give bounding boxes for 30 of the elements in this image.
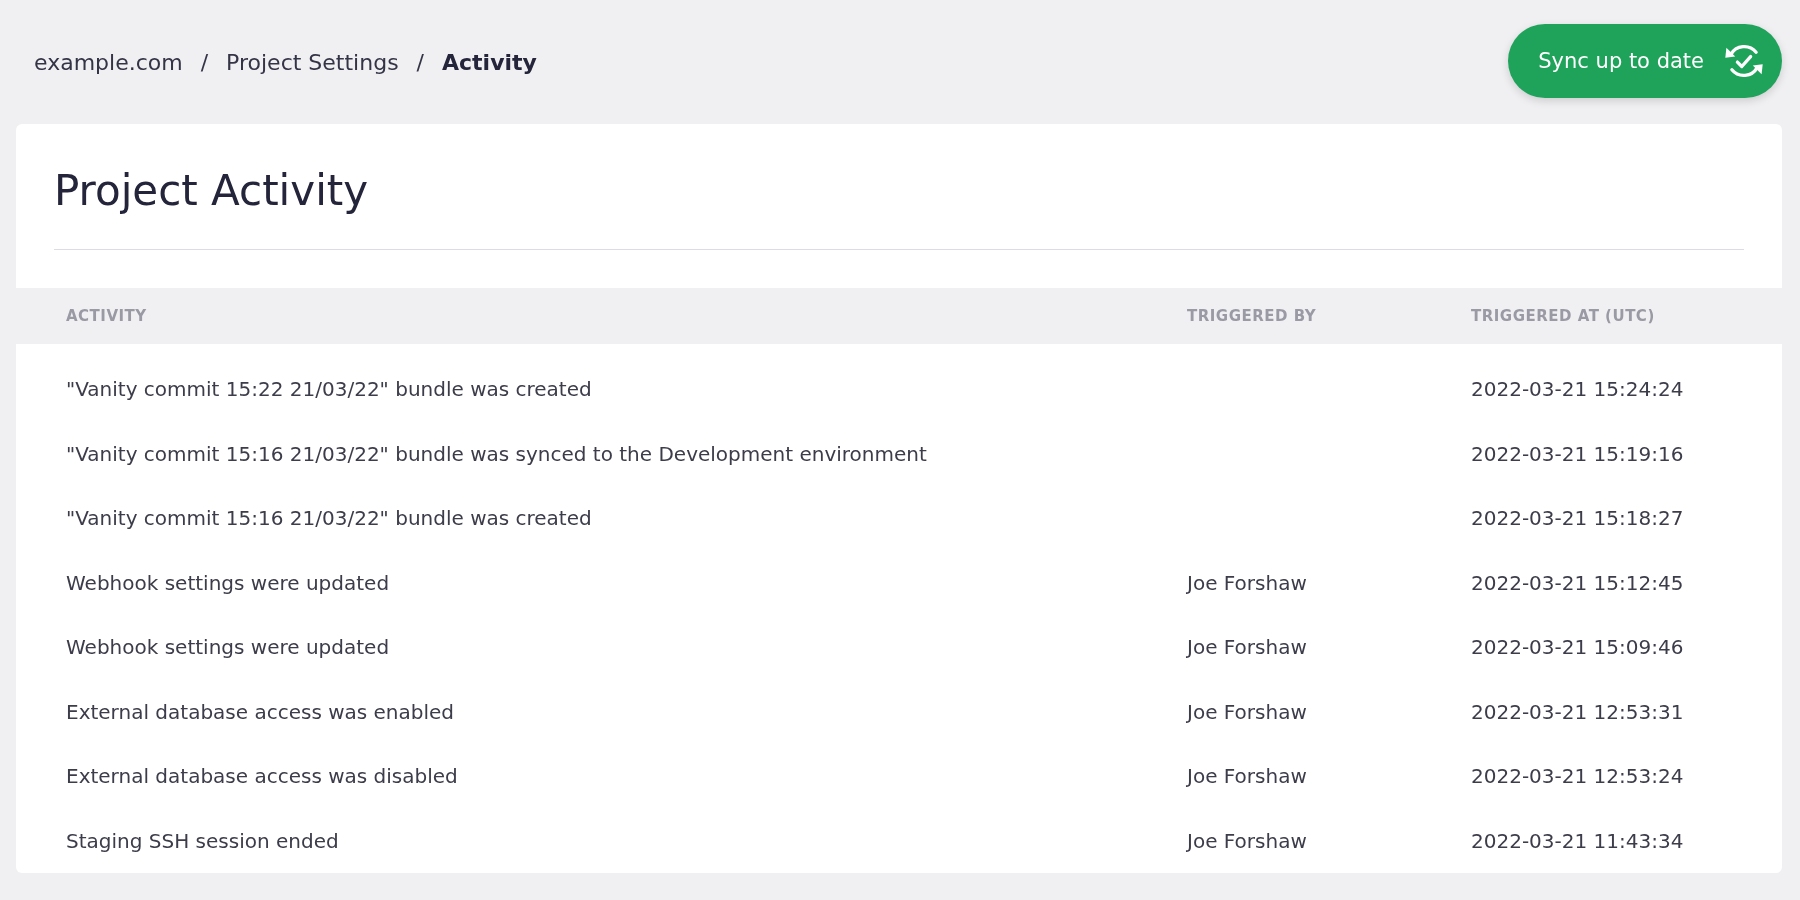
breadcrumb-current: Activity <box>442 49 537 75</box>
table-cell: External database access was disabled <box>66 764 458 789</box>
table-cell: 2022-03-21 15:19:16 <box>1471 441 1684 466</box>
table-cell: Joe Forshaw <box>1187 570 1307 595</box>
table-cell: "Vanity commit 15:22 21/03/22" bundle was created <box>66 377 592 402</box>
table-cell: Staging SSH session ended <box>66 828 339 853</box>
table-cell: Joe Forshaw <box>1187 635 1307 660</box>
table-cell: Joe Forshaw <box>1187 828 1307 853</box>
table-cell: Webhook settings were updated <box>66 635 390 660</box>
column-header: ACTIVITY <box>66 307 147 325</box>
breadcrumb-link[interactable]: Project Settings <box>226 49 399 75</box>
table-cell: 2022-03-21 15:24:24 <box>1471 377 1684 402</box>
table-cell: "Vanity commit 15:16 21/03/22" bundle was synced to the Development environment <box>66 441 927 466</box>
table-cell: 2022-03-21 12:53:31 <box>1471 699 1684 724</box>
column-header: TRIGGERED BY <box>1187 307 1317 325</box>
table-cell: 2022-03-21 15:12:45 <box>1471 570 1684 595</box>
breadcrumb-separator: / <box>416 49 424 75</box>
breadcrumb-link[interactable]: example.com <box>34 49 183 75</box>
table-cell: 2022-03-21 15:18:27 <box>1471 506 1684 531</box>
column-header: TRIGGERED AT (UTC) <box>1471 307 1655 325</box>
table-cell: 2022-03-21 15:09:46 <box>1471 635 1684 660</box>
breadcrumb-separator: / <box>200 49 209 75</box>
table-cell: External database access was enabled <box>66 699 455 724</box>
card-title: Project Activity <box>54 165 370 217</box>
table-cell: Joe Forshaw <box>1187 699 1307 724</box>
table-cell: Joe Forshaw <box>1187 764 1307 789</box>
table-cell: "Vanity commit 15:16 21/03/22" bundle was created <box>66 506 592 531</box>
table-cell: 2022-03-21 11:43:34 <box>1471 828 1684 853</box>
table-cell: Webhook settings were updated <box>66 570 390 595</box>
table-cell: 2022-03-21 12:53:24 <box>1471 764 1684 789</box>
